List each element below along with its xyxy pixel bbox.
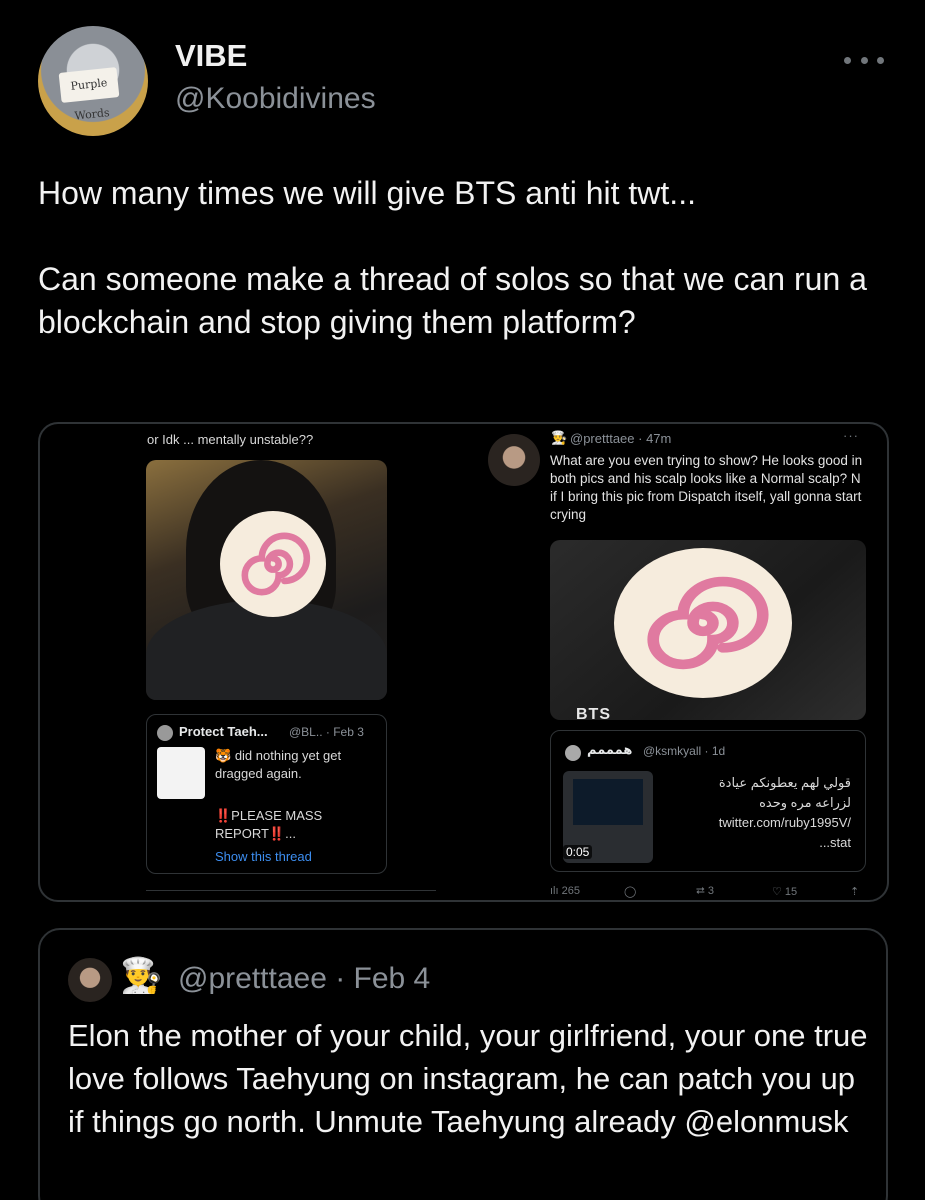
narutomaki-sticker-icon [214,505,332,623]
retweet-count[interactable]: ⮂ 3 [696,885,714,898]
quoted-tweet[interactable]: 👨‍🍳 @pretttaee · Feb 4 Elon the mother o… [38,928,888,1200]
tiger-icon: 🐯 [215,748,232,763]
like-count[interactable]: ♡ 15 [772,885,797,898]
quoted-link[interactable]: ...stat [651,833,851,853]
right-quoted-tweet[interactable]: همممم @ksmkyall · 1d 0:05 قولي لهم يعطون… [550,730,866,872]
tweet-paragraph: How many times we will give BTS anti hit… [38,175,696,211]
quoted-author-avatar[interactable] [68,958,112,1002]
photo-label: BTS [576,706,611,720]
reply-avatar[interactable] [488,434,540,486]
quoted-name: همممم [587,743,633,758]
reply-text: What are you even trying to show? He loo… [550,453,863,522]
quoted-text-line: قولي لهم يعطونكم عيادة [718,775,851,790]
chef-icon: 👨‍🍳 [551,430,568,445]
author-avatar[interactable]: Purple Words [38,26,148,136]
left-caption: or Idk ... mentally unstable?? [147,432,314,447]
quoted-avatar [565,745,581,761]
reply-icon[interactable]: ◯ [624,885,636,898]
quoted-meta: @ksmkyall · 1d [643,744,726,758]
quoted-thumbnail [157,747,205,799]
quoted-tweet-text: Elon the mother of your child, your girl… [68,1018,868,1139]
quoted-meta: @BL.. · Feb 3 [289,725,364,739]
author-handle[interactable]: @Koobidivines [175,82,376,116]
narutomaki-sticker-icon [608,542,798,704]
quoted-link[interactable]: twitter.com/ruby1995V/ [651,813,851,833]
avatar-sign: Purple Words [58,67,120,123]
video-duration: 0:05 [563,845,593,859]
quoted-avatar [157,725,173,741]
quoted-text-1: did nothing yet get dragged again. [215,748,342,781]
reply-more-icon[interactable]: ··· [843,428,859,443]
quoted-text: قولي لهم يعطونكم عيادة لزراعه مره وحده t… [651,773,851,853]
more-options-icon[interactable] [844,50,884,70]
quoted-text: 🐯 did nothing yet get dragged again. [215,747,380,783]
tweet-header: Purple Words VIBE @Koobidivines [38,26,898,136]
quoted-author-handle[interactable]: @pretttaee · Feb 4 [178,962,430,996]
divider [146,890,436,891]
tweet-paragraph: Can someone make a thread of solos so th… [38,261,867,340]
attached-screenshot[interactable]: or Idk ... mentally unstable?? Protect T… [38,422,889,902]
show-thread-link[interactable]: Show this thread [215,849,312,864]
share-icon[interactable]: ⇡ [850,885,859,898]
quoted-text-2: ‼️PLEASE MASS REPORT‼️... [215,808,323,841]
author-display-name[interactable]: VIBE [175,38,247,74]
action-bar: ılı 265 ◯ ⮂ 3 ♡ 15 ⇡ [550,880,866,900]
quoted-text-line: لزراعه مره وحده [759,795,851,810]
reply-handle[interactable]: @pretttaee · 47m [570,431,671,446]
views-count[interactable]: ılı 265 [550,885,580,897]
quoted-name: Protect Taeh... [179,724,268,739]
chef-icon: 👨‍🍳 [120,957,163,995]
tweet-body: How many times we will give BTS anti hit… [38,172,888,344]
left-quoted-tweet[interactable]: Protect Taeh... @BL.. · Feb 3 🐯 did noth… [146,714,387,874]
